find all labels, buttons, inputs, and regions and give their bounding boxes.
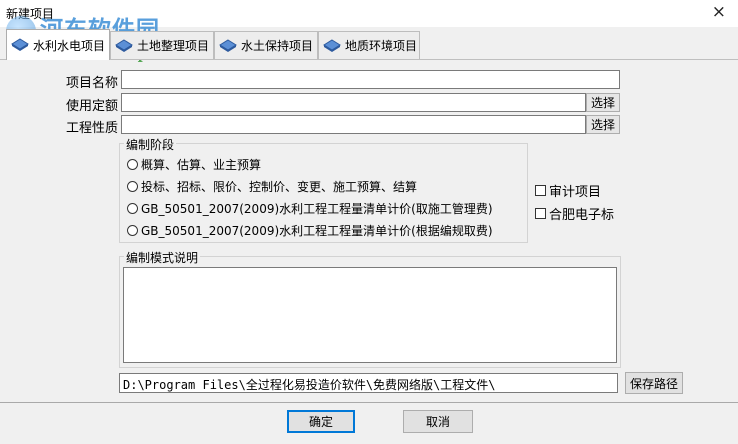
tab-label: 地质环境项目 — [345, 39, 418, 53]
checkbox-box[interactable] — [535, 185, 546, 196]
hefei-e-bid-checkbox[interactable]: 合肥电子标 — [535, 204, 614, 223]
stage-option[interactable]: GB_50501_2007(2009)水利工程工程量清单计价(根据编规取费) — [127, 222, 493, 239]
project-name-label: 项目名称 — [66, 76, 119, 91]
save-path-input[interactable]: D:\Program Files\全过程化易投造价软件\免费网络版\工程文件\ — [119, 373, 618, 393]
tab-label: 土地整理项目 — [137, 39, 210, 53]
tab-label: 水利水电项目 — [33, 38, 106, 53]
stage-option-label: 投标、招标、限价、控制价、变更、施工预算、结算 — [141, 180, 418, 194]
save-path-button[interactable]: 保存路径 — [625, 372, 683, 394]
close-icon[interactable]: × — [712, 2, 726, 22]
diamond-icon — [11, 38, 29, 51]
mode-group-title: 编制模式说明 — [124, 249, 201, 266]
tab-geological-environment[interactable]: 地质环境项目 — [318, 31, 420, 59]
quota-input[interactable] — [121, 93, 586, 112]
checkbox-label: 合肥电子标 — [549, 208, 615, 223]
checkbox-label: 审计项目 — [549, 185, 602, 200]
ok-button[interactable]: 确定 — [287, 410, 355, 433]
diamond-icon — [115, 38, 133, 52]
dialog-footer — [0, 402, 738, 444]
stage-option-label: 概算、估算、业主预算 — [141, 158, 262, 172]
nature-input[interactable] — [121, 115, 586, 134]
quota-select-button[interactable]: 选择 — [586, 93, 620, 112]
radio-button[interactable] — [127, 203, 138, 214]
cancel-button[interactable]: 取消 — [403, 410, 473, 433]
quota-label: 使用定额 — [66, 99, 119, 114]
stage-option-label: GB_50501_2007(2009)水利工程工程量清单计价(取施工管理费) — [141, 202, 493, 216]
nature-label: 工程性质 — [66, 121, 119, 136]
tab-label: 水土保持项目 — [241, 39, 314, 53]
radio-button[interactable] — [127, 225, 138, 236]
checkbox-box[interactable] — [535, 208, 546, 219]
stage-group-title: 编制阶段 — [124, 136, 177, 153]
stage-option[interactable]: GB_50501_2007(2009)水利工程工程量清单计价(取施工管理费) — [127, 200, 493, 217]
nature-select-button[interactable]: 选择 — [586, 115, 620, 134]
diamond-icon — [219, 38, 237, 52]
stage-option[interactable]: 概算、估算、业主预算 — [127, 156, 261, 173]
mode-description-textarea[interactable] — [123, 267, 617, 363]
project-name-input[interactable] — [121, 70, 620, 89]
tab-soil-conservation[interactable]: 水土保持项目 — [214, 31, 318, 59]
tabstrip-divider — [0, 59, 738, 60]
tab-water-conservancy[interactable]: 水利水电项目 — [6, 29, 110, 60]
radio-button[interactable] — [127, 181, 138, 192]
stage-option[interactable]: 投标、招标、限价、控制价、变更、施工预算、结算 — [127, 178, 417, 195]
stage-option-label: GB_50501_2007(2009)水利工程工程量清单计价(根据编规取费) — [141, 224, 493, 238]
radio-button[interactable] — [127, 159, 138, 170]
diamond-icon — [323, 38, 341, 52]
tab-land-consolidation[interactable]: 土地整理项目 — [110, 31, 214, 59]
audit-project-checkbox[interactable]: 审计项目 — [535, 181, 601, 200]
